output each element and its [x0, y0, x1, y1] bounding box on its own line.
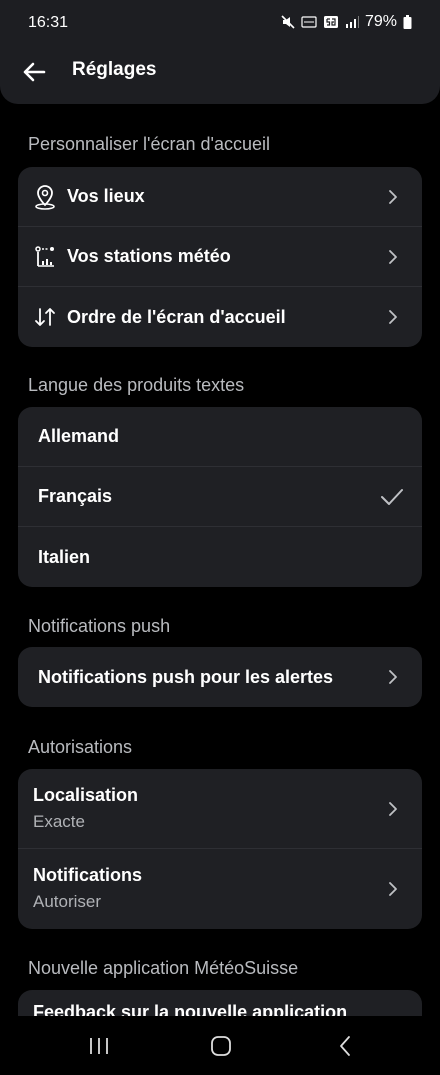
card-newapp: Feedback sur la nouvelle application [18, 990, 422, 1016]
row-ordre-accueil[interactable]: Ordre de l'écran d'accueil [18, 287, 422, 347]
location-pin-icon [32, 184, 58, 210]
status-icons: 79% [281, 13, 412, 31]
section-title-language: Langue des produits textes [28, 375, 245, 395]
row-label: Notifications [33, 865, 143, 885]
chevron-right-icon [389, 249, 397, 264]
row-notifications[interactable]: Notifications Autoriser [18, 849, 422, 929]
card-home: Vos lieux Vos stations météo Ordre de l'… [18, 167, 422, 347]
row-label: Allemand [38, 426, 120, 446]
card-permissions: Localisation Exacte Notifications Autori… [18, 769, 422, 929]
row-value: Exacte [33, 812, 85, 831]
signal-icon [345, 16, 359, 28]
status-time: 16:31 [28, 14, 69, 31]
row-label: Vos lieux [67, 186, 145, 206]
card-language: Allemand Français Italien [18, 407, 422, 587]
row-localisation[interactable]: Localisation Exacte [18, 769, 422, 849]
row-label: Ordre de l'écran d'accueil [67, 306, 286, 327]
back-nav-button[interactable] [332, 1034, 358, 1058]
chevron-right-icon [389, 670, 397, 684]
recent-apps-icon [90, 1038, 108, 1054]
chevron-right-icon [389, 189, 397, 204]
sort-order-icon [32, 304, 58, 330]
section-title-permissions: Autorisations [28, 737, 133, 757]
recent-apps-button[interactable] [86, 1034, 112, 1058]
language-option-francais[interactable]: Français [18, 467, 422, 527]
chevron-right-icon [389, 882, 397, 896]
app-header: Réglages [0, 48, 440, 104]
language-option-allemand[interactable]: Allemand [18, 407, 422, 467]
chevron-right-icon [389, 801, 397, 816]
row-label: Français [38, 486, 113, 506]
row-label: Notifications push pour les alertes [38, 666, 334, 687]
mute-icon [281, 15, 295, 29]
page-title: Réglages [72, 59, 157, 80]
section-title-home: Personnaliser l'écran d'accueil [28, 134, 270, 154]
row-vos-lieux[interactable]: Vos lieux [18, 167, 422, 227]
back-button[interactable] [20, 58, 48, 86]
volte-icon [301, 15, 317, 29]
section-title-newapp: Nouvelle application MétéoSuisse [28, 958, 299, 978]
home-button[interactable] [208, 1034, 234, 1058]
chevron-right-icon [389, 310, 397, 324]
row-feedback[interactable]: Feedback sur la nouvelle application [18, 990, 422, 1016]
arrow-left-icon [23, 62, 46, 82]
row-label: Italien [38, 546, 91, 567]
system-nav-bar [0, 1016, 440, 1075]
status-bar: 16:31 79% [0, 0, 440, 48]
row-push-alertes[interactable]: Notifications push pour les alertes [18, 647, 422, 707]
section-title-push: Notifications push [28, 616, 171, 636]
battery-percent: 79% [364, 13, 397, 30]
card-push: Notifications push pour les alertes [18, 647, 422, 707]
weather-station-icon [32, 244, 58, 270]
battery-icon [403, 15, 412, 29]
checkmark-icon [381, 488, 403, 505]
5g-icon [323, 15, 339, 29]
row-label: Feedback sur la nouvelle application [33, 1002, 348, 1016]
language-option-italien[interactable]: Italien [18, 527, 422, 587]
row-vos-stations[interactable]: Vos stations météo [18, 227, 422, 287]
home-icon [211, 1036, 231, 1056]
row-label: Localisation [33, 785, 139, 805]
row-label: Vos stations météo [67, 246, 231, 266]
row-value: Autoriser [33, 892, 102, 911]
chevron-left-icon [340, 1036, 350, 1056]
